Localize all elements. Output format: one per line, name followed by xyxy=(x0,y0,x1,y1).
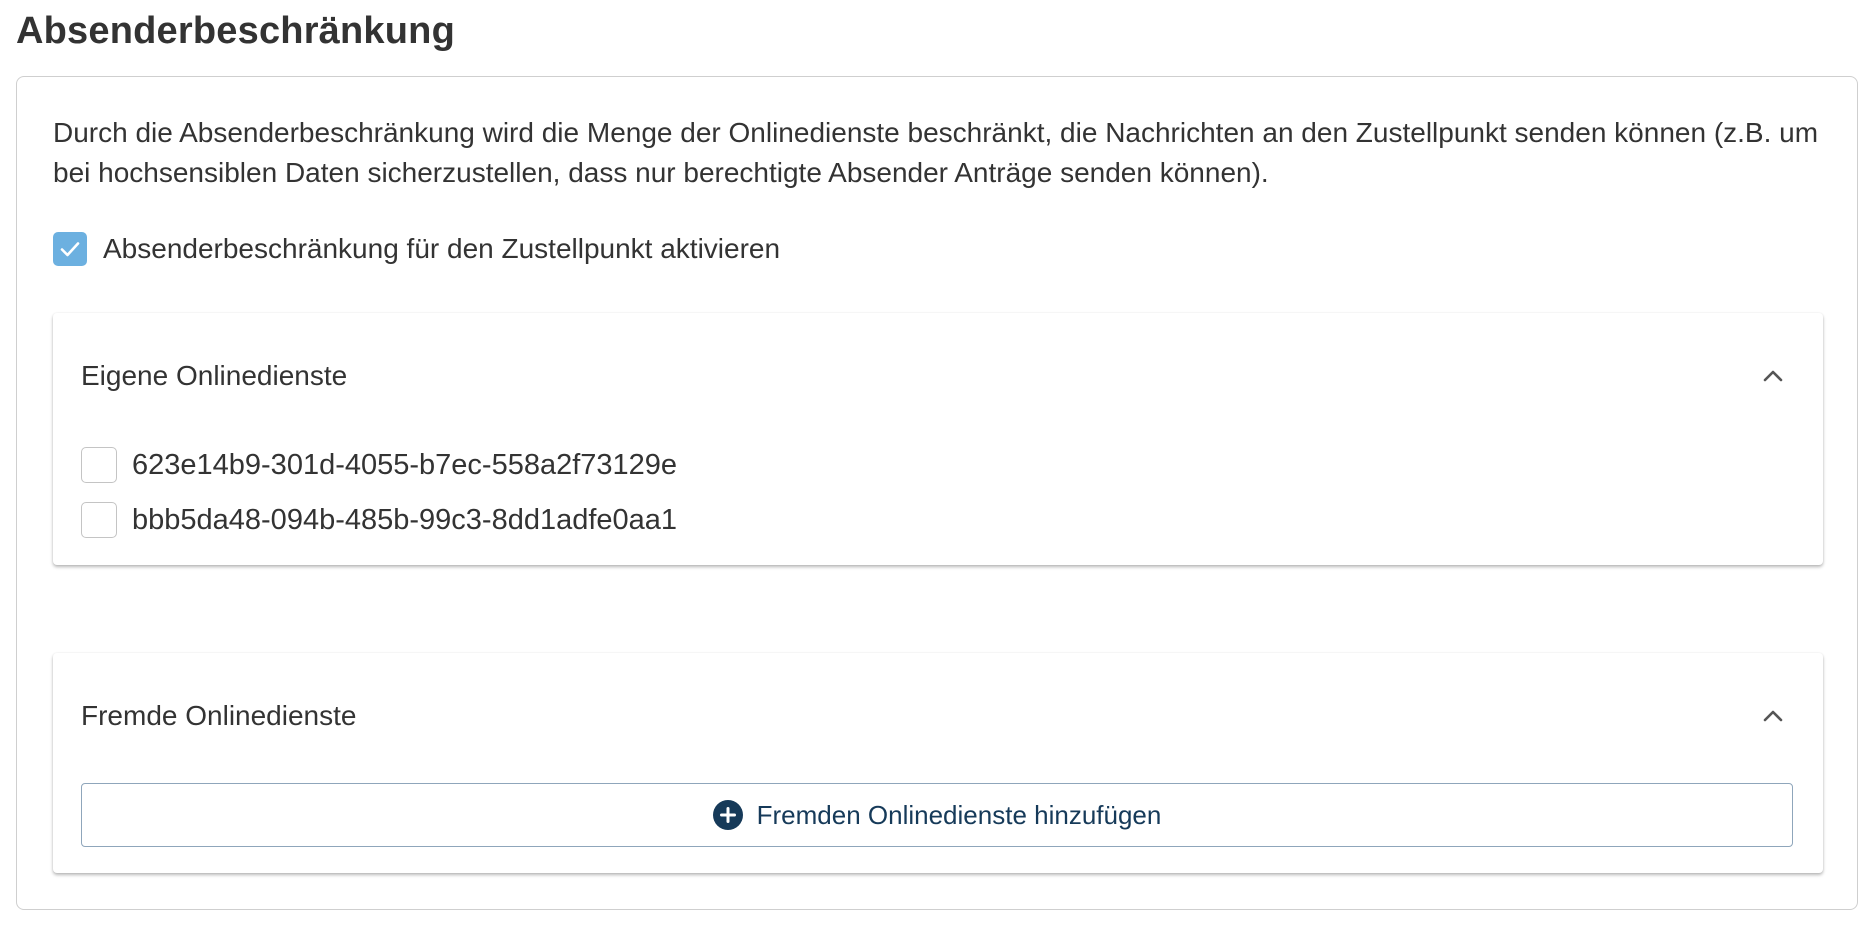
own-service-item[interactable]: 623e14b9-301d-4055-b7ec-558a2f73129e xyxy=(81,447,677,483)
own-service-label: bbb5da48-094b-485b-99c3-8dd1adfe0aa1 xyxy=(132,503,678,536)
check-icon xyxy=(60,242,80,257)
activate-restriction-checkbox[interactable] xyxy=(53,232,87,266)
plus-circle-icon xyxy=(712,800,743,830)
foreign-services-title: Fremde Onlinedienste xyxy=(81,700,357,731)
chevron-up-icon[interactable] xyxy=(1759,362,1787,390)
add-foreign-service-button[interactable]: Fremden Onlinedienste hinzufügen xyxy=(81,783,1793,847)
sender-restriction-card: Durch die Absenderbeschränkung wird die … xyxy=(16,76,1858,910)
own-services-header[interactable]: Eigene Onlinedienste xyxy=(81,351,1795,401)
activate-restriction-label: Absenderbeschränkung für den Zustellpunk… xyxy=(103,233,781,264)
foreign-services-header[interactable]: Fremde Onlinedienste xyxy=(81,691,1795,741)
own-service-checkbox[interactable] xyxy=(81,502,117,538)
description-text: Durch die Absenderbeschränkung wird die … xyxy=(53,117,1819,188)
foreign-services-panel: Fremde Onlinedienste Fremden Onlinediens… xyxy=(53,653,1823,873)
page-title: Absenderbeschränkung xyxy=(16,10,455,52)
own-service-checkbox[interactable] xyxy=(81,447,117,483)
activate-restriction-checkbox-row[interactable]: Absenderbeschränkung für den Zustellpunk… xyxy=(53,232,780,266)
chevron-up-icon[interactable] xyxy=(1759,702,1787,730)
own-services-panel: Eigene Onlinedienste 623e14b9-301d-4055-… xyxy=(53,313,1823,565)
own-services-title: Eigene Onlinedienste xyxy=(81,360,348,391)
own-service-item[interactable]: bbb5da48-094b-485b-99c3-8dd1adfe0aa1 xyxy=(81,502,677,538)
add-foreign-service-label: Fremden Onlinedienste hinzufügen xyxy=(756,799,1162,830)
own-service-label: 623e14b9-301d-4055-b7ec-558a2f73129e xyxy=(132,448,678,481)
